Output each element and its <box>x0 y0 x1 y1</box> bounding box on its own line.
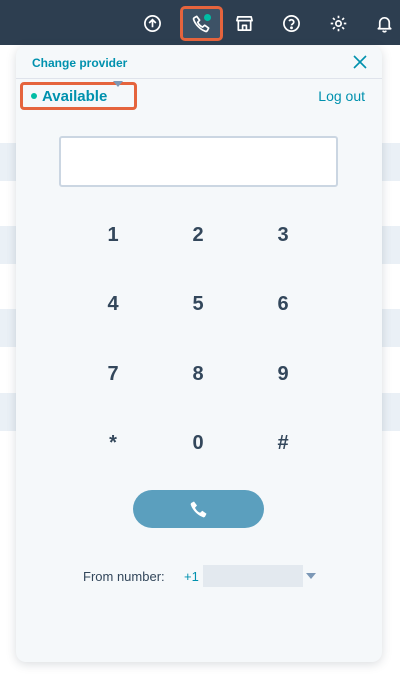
chevron-down-icon <box>107 81 124 105</box>
dialpad-key-3[interactable]: 3 <box>253 215 313 255</box>
dialpad-key-7[interactable]: 7 <box>83 354 143 394</box>
chevron-down-icon[interactable] <box>306 573 316 579</box>
upgrade-icon[interactable] <box>137 8 167 38</box>
dialpad-key-hash[interactable]: # <box>253 423 313 463</box>
top-navigation-bar <box>0 0 400 45</box>
dialpad-key-2[interactable]: 2 <box>168 215 228 255</box>
dialpad-key-4[interactable]: 4 <box>83 284 143 324</box>
dialpad-key-5[interactable]: 5 <box>168 284 228 324</box>
dialpad-key-star[interactable]: * <box>83 423 143 463</box>
settings-icon[interactable] <box>323 8 353 38</box>
change-provider-link[interactable]: Change provider <box>32 56 127 70</box>
calling-status-dot <box>204 14 211 21</box>
marketplace-icon[interactable] <box>229 8 259 38</box>
dialpad-key-9[interactable]: 9 <box>253 354 313 394</box>
logout-link[interactable]: Log out <box>318 88 365 104</box>
help-icon[interactable] <box>276 8 306 38</box>
dialpad-key-0[interactable]: 0 <box>168 423 228 463</box>
dialpad-key-6[interactable]: 6 <box>253 284 313 324</box>
notifications-icon[interactable] <box>369 8 399 38</box>
calling-icon[interactable] <box>180 6 223 41</box>
panel-header: Change provider <box>16 46 382 79</box>
dialpad-key-8[interactable]: 8 <box>168 354 228 394</box>
availability-dropdown[interactable]: Available <box>20 81 137 110</box>
availability-status-dot <box>31 93 37 99</box>
from-number-label: From number: <box>83 569 165 584</box>
redacted-phone-number <box>203 565 303 587</box>
dialpad-key-1[interactable]: 1 <box>83 215 143 255</box>
phone-number-input[interactable] <box>59 136 338 187</box>
call-button[interactable] <box>133 490 264 528</box>
availability-status-label: Available <box>42 87 108 105</box>
close-icon[interactable] <box>352 54 368 70</box>
phone-icon <box>190 501 206 518</box>
